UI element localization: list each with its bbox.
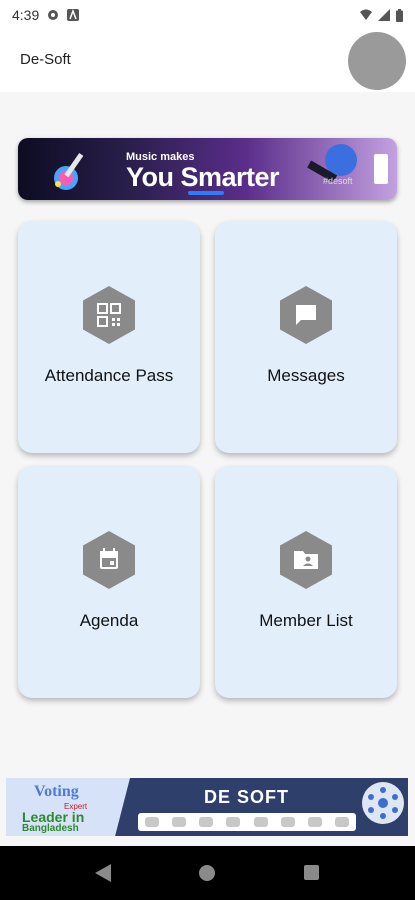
system-nav-bar <box>0 846 415 900</box>
wifi-icon <box>360 9 372 20</box>
contacts-folder-icon <box>280 531 332 589</box>
partner-logo <box>171 817 186 827</box>
back-icon[interactable] <box>95 864 111 882</box>
app-bar: De-Soft <box>0 30 415 92</box>
partner-logo <box>335 817 350 827</box>
qr-code-icon <box>83 286 135 344</box>
tile-member-list[interactable]: Member List <box>215 466 397 698</box>
partner-logo <box>308 817 323 827</box>
font-icon <box>67 9 80 21</box>
partner-logo <box>253 817 268 827</box>
tile-messages[interactable]: Messages <box>215 221 397 453</box>
calendar-icon <box>83 531 135 589</box>
banner-logo <box>374 154 388 184</box>
footer-voting: Voting <box>34 783 79 800</box>
microphone-icon <box>307 144 357 183</box>
signal-icon <box>378 9 390 21</box>
top-banner[interactable]: Music makes You Smarter #desoft <box>18 138 397 200</box>
tile-label: Member List <box>259 611 353 630</box>
footer-banner[interactable]: Voting Expert Leader in Bangladesh DE SO… <box>6 778 408 836</box>
banner-tag: #desoft <box>323 176 353 186</box>
tile-attendance-pass[interactable]: Attendance Pass <box>18 221 200 453</box>
banner-line2: You Smarter <box>126 162 280 192</box>
footer-country: Bangladesh <box>22 823 79 834</box>
avatar[interactable] <box>348 32 406 90</box>
partner-logos-strip <box>138 813 356 831</box>
tile-label: Attendance Pass <box>44 366 174 385</box>
status-time: 4:39 <box>12 7 40 23</box>
status-bar: 4:39 <box>0 0 415 30</box>
guitar-icon <box>54 153 84 190</box>
partner-logo <box>226 817 241 827</box>
network-logo-icon <box>362 782 404 824</box>
banner-underline <box>188 191 224 195</box>
partner-logo <box>280 817 295 827</box>
tile-label: Agenda <box>79 611 139 630</box>
partner-logo <box>144 817 159 827</box>
sync-icon <box>48 10 59 20</box>
partner-logo <box>199 817 214 827</box>
recent-apps-icon[interactable] <box>304 865 319 880</box>
tile-agenda[interactable]: Agenda <box>18 466 200 698</box>
home-icon[interactable] <box>199 865 215 881</box>
message-icon <box>280 286 332 344</box>
footer-banner-left: Voting Expert Leader in Bangladesh <box>6 778 130 836</box>
tile-label: Messages <box>267 366 345 385</box>
battery-icon <box>396 8 403 22</box>
app-title: De-Soft <box>20 51 71 68</box>
footer-title: DE SOFT <box>204 787 290 807</box>
